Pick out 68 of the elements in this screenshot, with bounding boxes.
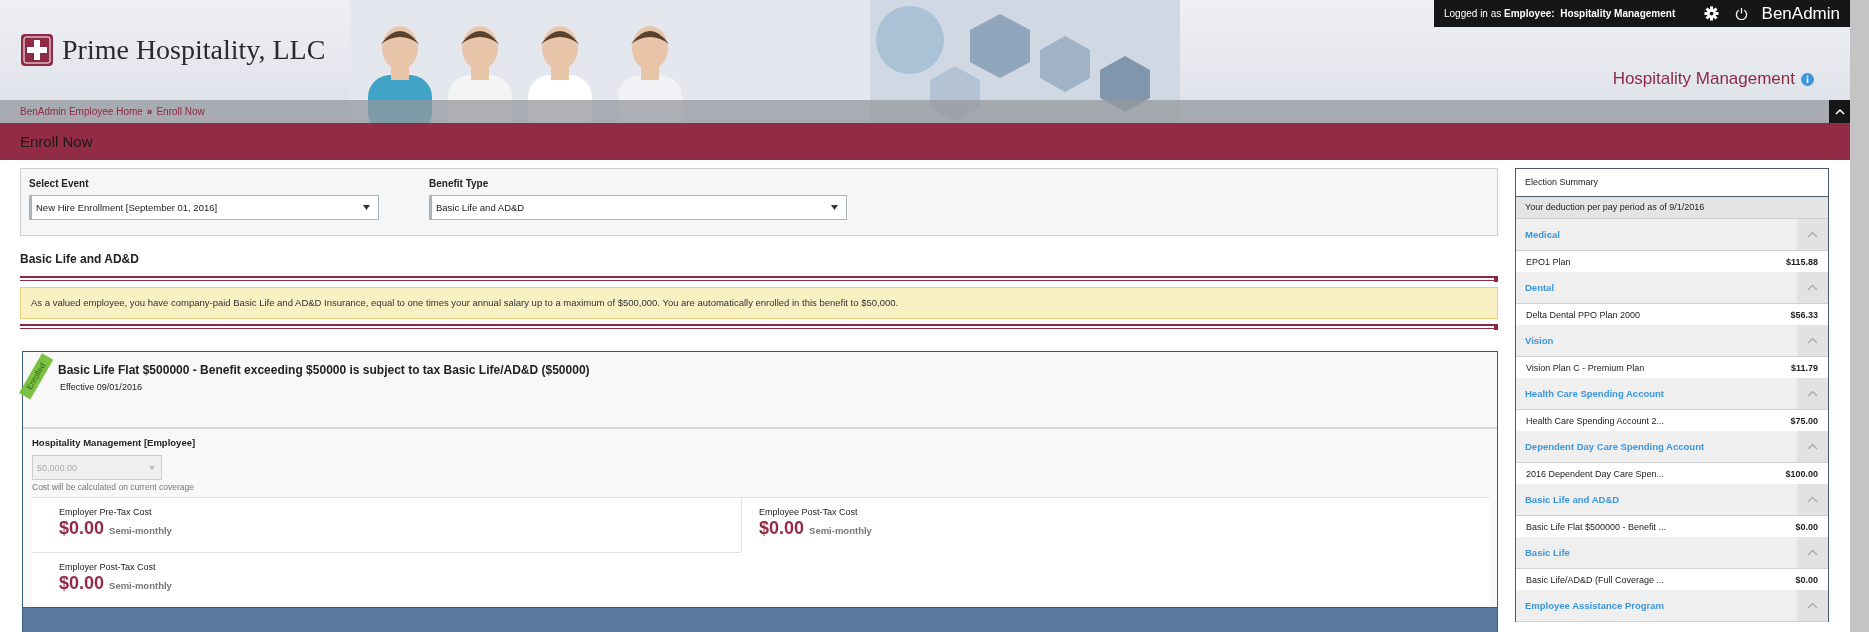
plan-amount: $115.88 (1785, 256, 1818, 267)
cost-label: Employer Post-Tax Cost (59, 562, 157, 572)
company-name: Prime Hospitality, LLC (62, 34, 326, 66)
coverage-label: Hospitality Management [Employee] (32, 437, 197, 448)
collapse-toggle[interactable] (1797, 272, 1828, 303)
collapse-toggle[interactable] (1797, 219, 1828, 250)
summary-subtitle: Your deduction per pay period as of 9/1/2016 (1516, 197, 1828, 219)
settings-icon[interactable] (1703, 6, 1719, 21)
plan-name: Basic Life Flat $500000 - Benefit ... (1526, 521, 1667, 532)
plan-amount: $0.00 (1795, 521, 1818, 532)
scrollbar[interactable] (1850, 0, 1869, 632)
plan-name: Health Care Spending Account 2... (1526, 415, 1665, 426)
plan-amount: $56.33 (1790, 309, 1818, 320)
section-title: Basic Life and AD&D (20, 252, 140, 266)
plan-amount: $75.00 (1790, 415, 1818, 426)
pay-period: Semi-monthly (809, 525, 872, 536)
pay-period: Semi-monthly (109, 525, 172, 536)
breadcrumb-link[interactable]: BenAdmin Employee Home (20, 106, 143, 117)
page-title: Enroll Now (20, 133, 93, 150)
chevron-up-icon (1807, 549, 1818, 556)
cost-amount: $0.00 (759, 518, 805, 539)
breadcrumb-link[interactable]: Enroll Now (156, 106, 205, 117)
dropdown-arrow-icon (831, 205, 838, 210)
organization-name: Hospitality Management (1612, 69, 1795, 89)
collapse-toggle[interactable] (1797, 325, 1828, 356)
plan-name: Vision Plan C - Premium Plan (1526, 362, 1645, 373)
chevron-up-icon (1807, 602, 1818, 609)
chevron-up-icon (1807, 284, 1818, 291)
chevron-up-icon (1807, 337, 1818, 344)
pay-period: Semi-monthly (109, 580, 172, 591)
info-icon[interactable] (1801, 72, 1814, 86)
coverage-note: Cost will be calculated on current coverage (32, 482, 196, 492)
plan-amount: $11.79 (1790, 362, 1818, 373)
plan-amount: $100.00 (1785, 468, 1818, 479)
breadcrumb-separator: » (146, 106, 153, 117)
collapse-toggle[interactable] (1797, 590, 1828, 621)
dropdown-field[interactable]: Basic Life and AD&D (429, 195, 847, 220)
brand-name: BenAdmin (1761, 3, 1840, 24)
cost-amount: $0.00 (59, 573, 105, 594)
plan-amount: $0.00 (1795, 574, 1818, 585)
effective-date: Effective 09/01/2016 (60, 382, 143, 392)
chevron-up-icon (1807, 390, 1818, 397)
plan-title: Basic Life Flat $500000 - Benefit exceeding $50000 is subject to tax Basic Life/AD&D ($50000) (58, 363, 591, 377)
plan-name: Basic Life/AD&D (Full Coverage ... (1526, 574, 1665, 585)
logo-icon (20, 33, 54, 67)
chevron-up-icon (1807, 231, 1818, 238)
collapse-toggle[interactable] (1797, 537, 1828, 568)
plan-name: Delta Dental PPO Plan 2000 (1526, 309, 1641, 320)
chevron-up-icon (1807, 443, 1818, 450)
collapse-button[interactable] (1829, 100, 1850, 123)
dropdown-arrow-icon (363, 205, 370, 210)
field-label: Select Event (29, 178, 90, 189)
cost-label: Employer Pre-Tax Cost (59, 507, 153, 517)
login-status: Logged in as Employee: Hospitality Management (1444, 8, 1676, 19)
field-label: Benefit Type (429, 178, 490, 189)
power-icon[interactable] (1734, 7, 1748, 20)
collapse-toggle[interactable] (1797, 431, 1828, 462)
chevron-up-icon (1807, 496, 1818, 503)
info-notice: As a valued employee, you have company-paid Basic Life and AD&D Insurance, equal to one times your annual salary up to a maximum of $500,000. You are automatically enrolled in this benefit to $50,000. (20, 287, 1498, 319)
collapse-toggle[interactable] (1797, 378, 1828, 409)
dropdown-arrow-icon (149, 465, 155, 470)
plan-name: 2016 Dependent Day Care Spen... (1526, 468, 1665, 479)
collapse-toggle[interactable] (1797, 484, 1828, 515)
cost-amount: $0.00 (59, 518, 105, 539)
dropdown-field[interactable]: New Hire Enrollment [September 01, 2016] (29, 195, 379, 220)
plan-name: EPO1 Plan (1526, 256, 1571, 267)
chevron-up-icon (1834, 108, 1845, 115)
cost-label: Employee Post-Tax Cost (759, 507, 859, 517)
